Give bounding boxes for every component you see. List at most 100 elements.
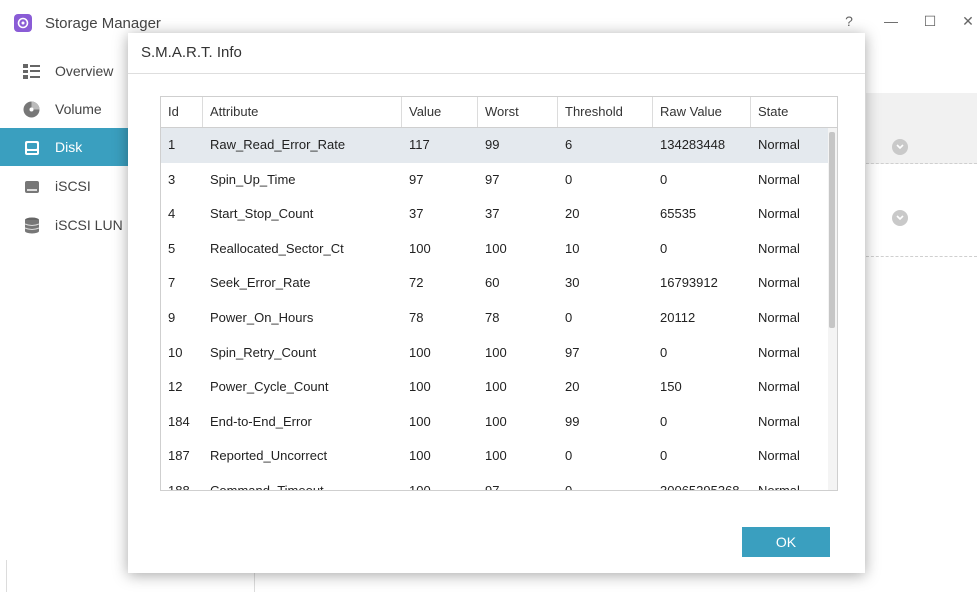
cell-id: 9 (168, 309, 176, 325)
table-row[interactable]: 5 Reallocated_Sector_Ct 100 100 10 0 Normal (161, 232, 828, 267)
sidebar-item-overview[interactable]: Overview (0, 52, 130, 90)
cell-value: 100 (409, 482, 431, 491)
cell-id: 3 (168, 171, 176, 187)
cell-raw-value: 65535 (660, 206, 697, 222)
cell-state: Normal (758, 344, 800, 360)
table-row[interactable]: 7 Seek_Error_Rate 72 60 30 16793912 Normal (161, 266, 828, 301)
column-header-threshold[interactable]: Threshold (558, 97, 653, 127)
cell-threshold: 97 (565, 344, 580, 360)
sidebar-item-label: Overview (55, 63, 114, 79)
minimize-button[interactable]: — (876, 8, 906, 34)
cell-threshold: 6 (565, 137, 573, 152)
cell-threshold: 0 (565, 309, 573, 325)
cell-worst: 100 (485, 240, 507, 256)
cell-threshold: 30 (565, 275, 580, 291)
iscsi-lun-icon (23, 217, 40, 234)
cell-raw-value: 16793912 (660, 275, 718, 291)
smart-info-dialog: S.M.A.R.T. Info Id Attribute Value Worst… (128, 33, 865, 573)
cell-worst: 60 (485, 275, 500, 291)
cell-threshold: 0 (565, 448, 573, 464)
cell-state: Normal (758, 137, 800, 152)
cell-raw-value: 30065295368 (660, 482, 740, 491)
cell-attribute: Raw_Read_Error_Rate (210, 137, 346, 152)
cell-state: Normal (758, 448, 800, 464)
table-row[interactable]: 4 Start_Stop_Count 37 37 20 65535 Normal (161, 197, 828, 232)
table-row[interactable]: 188 Command_Timeout 100 97 0 30065295368 Norma… (161, 474, 828, 491)
divider (128, 73, 865, 74)
cell-id: 4 (168, 206, 176, 222)
cell-state: Normal (758, 275, 800, 291)
dialog-title: S.M.A.R.T. Info (141, 44, 242, 61)
app-logo-icon (14, 14, 32, 32)
sidebar-item-label: iSCSI (55, 178, 91, 194)
cell-value: 78 (409, 309, 424, 325)
cell-id: 12 (168, 379, 183, 395)
cell-attribute: Spin_Up_Time (210, 171, 296, 187)
cell-worst: 97 (485, 171, 500, 187)
cell-value: 117 (409, 137, 430, 152)
disk-panel-row (866, 93, 977, 164)
help-button[interactable]: ? (834, 8, 864, 34)
cell-attribute: Start_Stop_Count (210, 206, 314, 222)
cell-id: 10 (168, 344, 183, 360)
sidebar-item-disk[interactable]: Disk (0, 128, 130, 166)
sidebar-item-label: Volume (55, 101, 102, 117)
table-header: Id Attribute Value Worst Threshold Raw V… (161, 97, 837, 128)
cell-worst: 100 (485, 379, 507, 395)
table-row[interactable]: 12 Power_Cycle_Count 100 100 20 150 Normal (161, 370, 828, 405)
cell-value: 100 (409, 240, 431, 256)
cell-value: 100 (409, 344, 431, 360)
cell-id: 5 (168, 240, 176, 256)
cell-value: 100 (409, 379, 431, 395)
table-row[interactable]: 184 End-to-End_Error 100 100 99 0 Normal (161, 405, 828, 440)
cell-id: 187 (168, 448, 190, 464)
column-header-value[interactable]: Value (402, 97, 478, 127)
disk-panel-row (866, 186, 977, 257)
column-header-attribute[interactable]: Attribute (203, 97, 402, 127)
sidebar-item-volume[interactable]: Volume (0, 90, 130, 128)
cell-threshold: 10 (565, 240, 580, 256)
divider (6, 560, 7, 592)
cell-state: Normal (758, 309, 800, 325)
cell-value: 100 (409, 413, 431, 429)
column-header-id[interactable]: Id (161, 97, 203, 127)
table-row[interactable]: 3 Spin_Up_Time 97 97 0 0 Normal (161, 163, 828, 198)
cell-id: 184 (168, 413, 190, 429)
chevron-down-icon[interactable] (892, 139, 908, 155)
cell-attribute: Power_Cycle_Count (210, 379, 329, 395)
cell-value: 37 (409, 206, 424, 222)
cell-attribute: Power_On_Hours (210, 309, 314, 325)
column-header-worst[interactable]: Worst (478, 97, 558, 127)
table-row[interactable]: 9 Power_On_Hours 78 78 0 20112 Normal (161, 301, 828, 336)
chevron-down-icon[interactable] (892, 210, 908, 226)
cell-state: Normal (758, 206, 800, 222)
app-title: Storage Manager (45, 15, 161, 32)
cell-id: 1 (168, 137, 176, 152)
cell-worst: 99 (485, 137, 500, 152)
close-button[interactable]: ✕ (953, 8, 977, 34)
table-row[interactable]: 187 Reported_Uncorrect 100 100 0 0 Normal (161, 439, 828, 474)
disk-icon (23, 139, 40, 156)
cell-worst: 97 (485, 482, 500, 491)
scrollbar-thumb[interactable] (829, 132, 835, 328)
table-row[interactable]: 1 Raw_Read_Error_Rate 117 99 6 134283448 Norma… (161, 128, 828, 163)
cell-state: Normal (758, 482, 800, 491)
cell-value: 100 (409, 448, 431, 464)
column-header-state[interactable]: State (751, 97, 837, 127)
cell-value: 97 (409, 171, 424, 187)
volume-icon (23, 101, 40, 118)
sidebar-item-iscsi-lun[interactable]: iSCSI LUN (0, 206, 130, 244)
cell-attribute: Command_Timeout (210, 482, 324, 491)
sidebar-item-label: iSCSI LUN (55, 217, 123, 233)
ok-button[interactable]: OK (742, 527, 830, 557)
cell-id: 7 (168, 275, 176, 291)
cell-state: Normal (758, 171, 800, 187)
table-row[interactable]: 10 Spin_Retry_Count 100 100 97 0 Normal (161, 336, 828, 371)
iscsi-icon (23, 178, 40, 195)
overview-icon (23, 63, 40, 80)
cell-id: 188 (168, 482, 190, 491)
cell-raw-value: 20112 (660, 309, 696, 325)
maximize-button[interactable]: ☐ (915, 8, 945, 34)
sidebar-item-iscsi[interactable]: iSCSI (0, 167, 130, 205)
column-header-raw-value[interactable]: Raw Value (653, 97, 751, 127)
